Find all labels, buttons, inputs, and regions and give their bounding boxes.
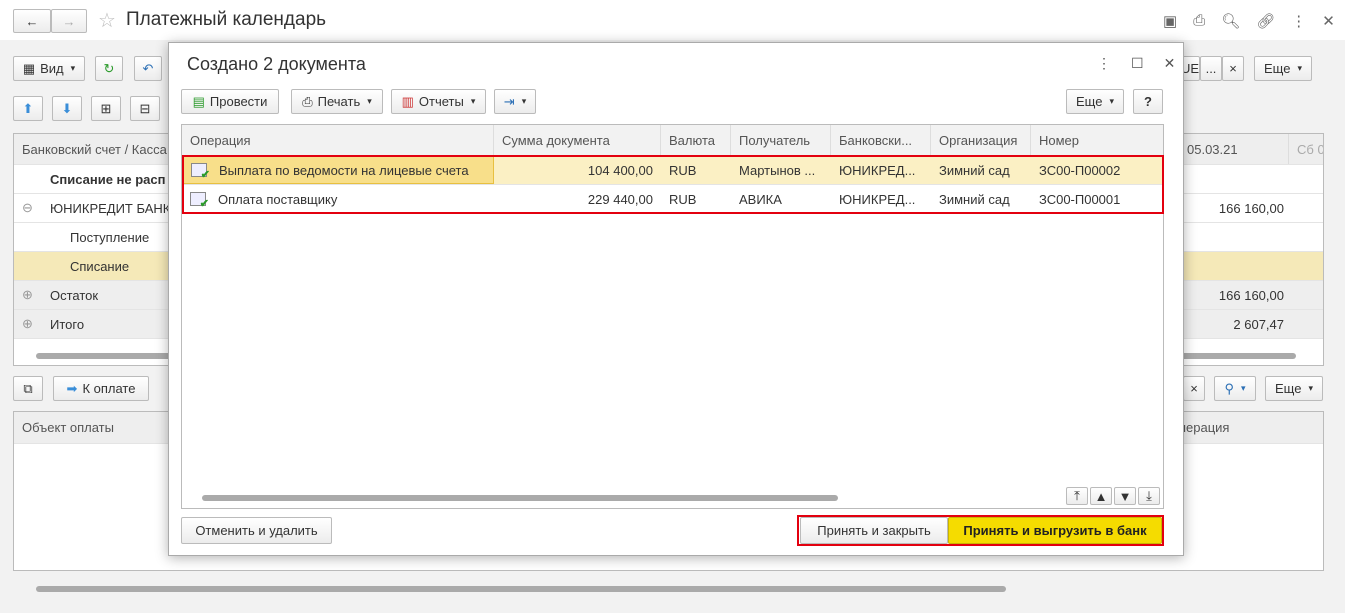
- column-header-date: 05.03.21: [1179, 134, 1289, 164]
- move-down-button[interactable]: ⬇: [52, 96, 82, 121]
- scroll-down-button[interactable]: ▼: [1114, 487, 1136, 505]
- print-button[interactable]: ⎙ Печать: [291, 89, 383, 114]
- grid-icon: ▦: [22, 60, 36, 76]
- export-icon: ⇥: [503, 93, 515, 109]
- filter-clear-button[interactable]: ×: [1222, 56, 1244, 81]
- expand-icon[interactable]: ⊕: [22, 316, 33, 332]
- open-button[interactable]: ⧉: [13, 376, 43, 401]
- column-header[interactable]: Банковски...: [831, 125, 931, 155]
- column-header-date2: Сб 0: [1297, 141, 1324, 157]
- column-header-object: Объект оплаты: [22, 420, 114, 435]
- lower-more-button[interactable]: Еще: [1265, 376, 1323, 401]
- dialog-title: Создано 2 документа: [187, 54, 366, 74]
- scroll-top-button[interactable]: ⤒: [1066, 487, 1088, 505]
- scroll-bottom-button[interactable]: ⤓: [1138, 487, 1160, 505]
- printer-icon: ⎙: [302, 93, 313, 109]
- highlight-rows-box: [182, 155, 1164, 214]
- refresh-button[interactable]: ↻: [95, 56, 123, 81]
- view-button[interactable]: ▦ Вид: [13, 56, 85, 81]
- cancel-delete-button[interactable]: Отменить и удалить: [181, 517, 332, 544]
- column-header[interactable]: Получатель: [731, 125, 831, 155]
- column-header-account: Банковский счет / Касса: [22, 141, 167, 157]
- column-header[interactable]: Сумма документа: [494, 125, 661, 155]
- scroll-up-button[interactable]: ▲: [1090, 487, 1112, 505]
- more-button[interactable]: Еще: [1254, 56, 1312, 81]
- column-header-operation: перация: [1179, 420, 1230, 435]
- back-button[interactable]: ←: [13, 9, 51, 33]
- horizontal-scrollbar[interactable]: [202, 495, 838, 501]
- search-clear-button[interactable]: ×: [1183, 376, 1205, 401]
- created-documents-dialog: Создано 2 документа ⋮ ☐ ✕ ▤ Провести ⎙ Печат…: [168, 42, 1184, 556]
- search-button[interactable]: ⚲: [1214, 376, 1256, 401]
- dialog-more-button[interactable]: Еще: [1066, 89, 1124, 114]
- preview-icon[interactable]: 🔍︎: [1221, 12, 1240, 30]
- link-icon[interactable]: 🔗︎: [1256, 12, 1275, 30]
- save-icon[interactable]: ▣: [1163, 12, 1177, 30]
- forward-button[interactable]: →: [51, 9, 87, 33]
- reports-button[interactable]: ▥ Отчеты: [391, 89, 486, 114]
- help-button[interactable]: ?: [1133, 89, 1163, 114]
- column-header[interactable]: Номер: [1031, 125, 1163, 155]
- arrow-right-icon: ➡: [66, 380, 78, 396]
- column-header[interactable]: Операция: [182, 125, 494, 155]
- favorite-star-icon[interactable]: ☆: [98, 8, 116, 33]
- move-up-button[interactable]: ⬆: [13, 96, 43, 121]
- more-icon[interactable]: ⋮: [1291, 12, 1306, 30]
- filter-select-button[interactable]: ...: [1200, 56, 1222, 81]
- report-icon: ▥: [401, 93, 414, 109]
- close-icon[interactable]: ✕: [1164, 55, 1176, 72]
- column-header[interactable]: Организация: [931, 125, 1031, 155]
- collapse-icon[interactable]: ⊖: [22, 200, 33, 216]
- expand-button[interactable]: ⊞: [91, 96, 121, 121]
- close-icon[interactable]: ✕: [1322, 12, 1335, 30]
- highlight-buttons-box: [797, 515, 1164, 546]
- expand-icon[interactable]: ⊕: [22, 287, 33, 303]
- post-icon: ▤: [192, 93, 205, 109]
- undo-button[interactable]: ↶: [134, 56, 162, 81]
- post-button[interactable]: ▤ Провести: [181, 89, 279, 114]
- export-button[interactable]: ⇥: [494, 89, 536, 114]
- maximize-icon[interactable]: ☐: [1131, 55, 1144, 72]
- window-title: Платежный календарь: [126, 9, 327, 30]
- more-icon[interactable]: ⋮: [1097, 55, 1111, 72]
- collapse-button[interactable]: ⊟: [130, 96, 160, 121]
- print-icon[interactable]: ⎙: [1193, 12, 1205, 30]
- column-header[interactable]: Валюта: [661, 125, 731, 155]
- main-horizontal-scrollbar[interactable]: [36, 586, 1006, 592]
- to-pay-button[interactable]: ➡ К оплате: [53, 376, 149, 401]
